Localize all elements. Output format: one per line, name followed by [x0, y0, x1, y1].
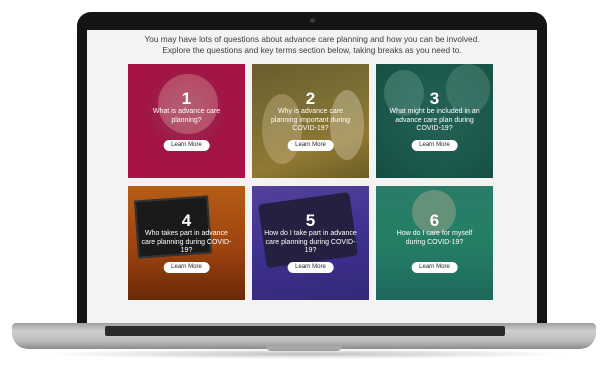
laptop-shadow	[40, 349, 570, 359]
card-number: 5	[305, 211, 316, 230]
question-card-1[interactable]: 1 What is advance care planning? Learn M…	[128, 64, 245, 178]
laptop-lid: You may have lots of questions about adv…	[77, 12, 547, 327]
card-number: 1	[181, 89, 192, 108]
learn-more-button[interactable]: Learn More	[287, 140, 334, 151]
laptop-keyboard	[105, 326, 505, 336]
intro-line-2: Explore the questions and key terms sect…	[162, 45, 462, 55]
question-card-2[interactable]: 2 Why is advance care planning important…	[252, 64, 369, 178]
card-number: 4	[181, 211, 192, 230]
learn-more-button[interactable]: Learn More	[411, 140, 458, 151]
card-question: Who takes part in advance care planning …	[141, 230, 232, 254]
card-question: How do I care for myself during COVID-19…	[396, 230, 473, 246]
card-number: 2	[305, 89, 316, 108]
webcam-icon	[310, 18, 315, 23]
learn-more-button[interactable]: Learn More	[287, 262, 334, 273]
learn-more-button[interactable]: Learn More	[163, 140, 210, 151]
laptop-screen: You may have lots of questions about adv…	[87, 30, 537, 324]
intro-text: You may have lots of questions about adv…	[87, 34, 537, 56]
card-number: 3	[429, 89, 440, 108]
learn-more-button[interactable]: Learn More	[411, 262, 458, 273]
card-question: How do I take part in advance care plann…	[264, 230, 357, 254]
intro-line-1: You may have lots of questions about adv…	[144, 34, 480, 44]
question-grid: 1 What is advance care planning? Learn M…	[128, 64, 494, 304]
question-card-4[interactable]: 4 Who takes part in advance care plannin…	[128, 186, 245, 300]
card-number: 6	[429, 211, 440, 230]
card-question: What might be included in an advance car…	[389, 108, 480, 132]
question-card-5[interactable]: 5 How do I take part in advance care pla…	[252, 186, 369, 300]
question-card-3[interactable]: 3 What might be included in an advance c…	[376, 64, 493, 178]
card-question: Why is advance care planning important d…	[271, 108, 350, 132]
question-card-6[interactable]: 6 How do I care for myself during COVID-…	[376, 186, 493, 300]
card-question: What is advance care planning?	[152, 108, 221, 124]
learn-more-button[interactable]: Learn More	[163, 262, 210, 273]
